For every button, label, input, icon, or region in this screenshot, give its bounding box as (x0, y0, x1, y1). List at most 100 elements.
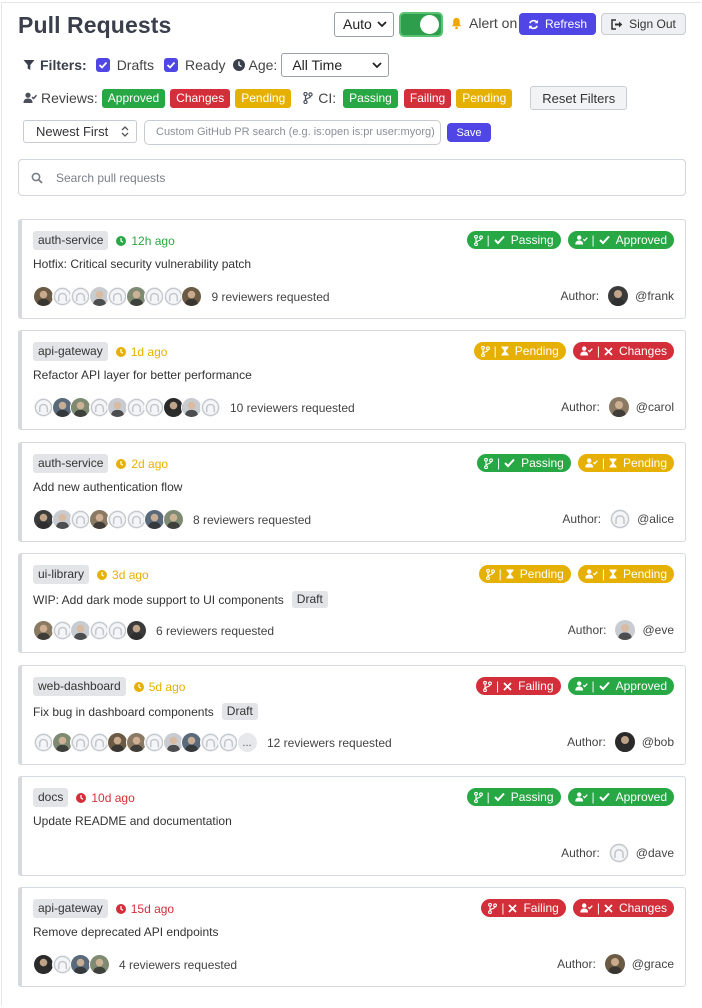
ci-status-text: Passing (521, 456, 564, 470)
hourglass-icon (609, 458, 617, 468)
pr-title[interactable]: Hotfix: Critical security vulnerability … (33, 257, 251, 271)
draft-badge: Draft (291, 591, 328, 608)
repo-tag[interactable]: auth-service (33, 454, 109, 473)
pr-age-text: 2d ago (131, 456, 169, 471)
reviewers-count: 10 reviewers requested (230, 400, 355, 415)
pr-title[interactable]: Refactor API layer for better performanc… (33, 368, 252, 382)
search-input[interactable]: Search pull requests (18, 159, 686, 196)
pr-title[interactable]: Add new authentication flow (33, 480, 182, 494)
review-filter-changes[interactable]: Changes (170, 88, 231, 108)
sort-select[interactable]: Newest First (23, 120, 137, 143)
badge-separator: | (486, 233, 490, 247)
pr-age-text: 1d ago (130, 344, 168, 359)
pull-request-card[interactable]: auth-service 12h ago | Passing | Approved … (18, 219, 686, 319)
card-header: auth-service 2d ago (33, 454, 168, 473)
ci-filter-pending[interactable]: Pending (456, 88, 513, 108)
ci-status-badge: | Failing (481, 899, 566, 917)
clock-icon (116, 235, 127, 246)
reset-filters-button[interactable]: Reset Filters (530, 86, 628, 110)
author-name[interactable]: @frank (635, 289, 674, 303)
author-name[interactable]: @bob (642, 735, 674, 749)
refresh-button[interactable]: Refresh (519, 13, 596, 35)
card-header: ui-library 3d ago (33, 565, 149, 584)
repo-tag[interactable]: api-gateway (33, 342, 108, 361)
clock-icon (133, 681, 144, 692)
custom-search-input[interactable]: Custom GitHub PR search (e.g. is:open is… (144, 120, 441, 145)
author-name[interactable]: @eve (642, 623, 674, 637)
reviewer-avatar (125, 620, 147, 641)
author-avatar (614, 619, 637, 641)
user-check-icon (585, 569, 598, 579)
status-badges: | Pending | Changes (473, 342, 674, 360)
author-avatar (609, 508, 632, 530)
review-status-text: Approved (615, 679, 667, 693)
pull-request-card[interactable]: api-gateway 1d ago | Pending | Changes Ref… (18, 330, 686, 430)
pull-request-card[interactable]: auth-service 2d ago | Passing | Pending Ad… (18, 442, 686, 542)
reviewer-avatars (33, 509, 184, 530)
author-name[interactable]: @alice (637, 512, 674, 526)
ci-status-badge: | Pending (478, 565, 571, 583)
sign-out-button[interactable]: Sign Out (601, 13, 686, 35)
pr-title[interactable]: Remove deprecated API endpoints (33, 925, 218, 939)
pr-age: 5d ago (133, 680, 185, 694)
drafts-checkbox[interactable] (95, 58, 110, 72)
ci-status-badge: | Passing (466, 788, 561, 806)
more-reviewers[interactable]: ... (236, 732, 258, 753)
pr-title[interactable]: Fix bug in dashboard components (33, 705, 214, 719)
code-branch-icon (485, 568, 495, 580)
author-name[interactable]: @grace (632, 957, 674, 971)
reviewer-avatar (144, 732, 165, 753)
search-icon (31, 172, 43, 184)
age-select[interactable]: All Time (281, 53, 390, 77)
pull-request-card[interactable]: api-gateway 15d ago | Failing | Changes Re… (18, 887, 686, 987)
code-branch-icon (473, 234, 483, 246)
review-filter-approved[interactable]: Approved (101, 88, 166, 108)
badge-separator: | (596, 344, 600, 358)
pull-request-card[interactable]: web-dashboard 5d ago | Failing | Approved … (18, 665, 686, 765)
repo-tag[interactable]: docs (33, 788, 69, 807)
ci-filter-failing[interactable]: Failing (403, 88, 452, 108)
pr-title-row: Update README and documentation (33, 814, 232, 828)
author-avatar (607, 842, 630, 864)
repo-tag[interactable]: ui-library (33, 565, 90, 584)
author-label: Author: (562, 512, 602, 526)
repo-tag[interactable]: web-dashboard (33, 677, 126, 696)
author-label: Author: (557, 957, 596, 971)
author-label: Author: (567, 623, 607, 637)
save-button[interactable]: Save (447, 123, 491, 142)
draft-badge: Draft (221, 703, 258, 720)
alert-toggle[interactable] (399, 12, 443, 37)
pull-request-card[interactable]: ui-library 3d ago | Pending | Pending WIP:… (18, 553, 686, 653)
pr-title[interactable]: Update README and documentation (33, 814, 232, 828)
repo-tag[interactable]: auth-service (33, 231, 109, 250)
check-icon (494, 792, 505, 802)
status-badges: | Passing | Approved (466, 231, 674, 249)
ci-filter-passing[interactable]: Passing (343, 88, 398, 108)
badge-separator: | (591, 790, 595, 804)
badge-separator: | (493, 344, 497, 358)
author-name[interactable]: @dave (636, 846, 674, 860)
user-check-icon (580, 346, 593, 356)
hourglass-icon (506, 569, 514, 579)
author-info: Author: @carol (561, 396, 674, 418)
theme-select[interactable]: Auto (334, 12, 394, 37)
ready-checkbox[interactable] (164, 58, 179, 72)
reviewer-avatars (33, 397, 221, 418)
code-branch-icon (483, 680, 492, 692)
ci-status-text: Passing (510, 790, 554, 804)
reviewers-count: 12 reviewers requested (267, 735, 392, 750)
reviewer-avatar (144, 397, 165, 418)
pr-title[interactable]: WIP: Add dark mode support to UI compone… (33, 593, 284, 607)
review-filter-pending[interactable]: Pending (235, 88, 292, 108)
author-label: Author: (567, 735, 606, 749)
pr-age: 15d ago (115, 902, 174, 916)
review-status-badge: | Changes (572, 342, 674, 360)
reviewer-avatar (107, 286, 128, 307)
pull-request-card[interactable]: docs 10d ago | Passing | Approved Update R… (18, 776, 686, 876)
author-name[interactable]: @carol (636, 400, 674, 414)
drafts-label: Drafts (116, 57, 155, 73)
review-status-text: Approved (615, 790, 667, 804)
reviewer-avatar (162, 509, 184, 530)
repo-tag[interactable]: api-gateway (33, 899, 108, 918)
reviewer-avatar (107, 620, 128, 641)
